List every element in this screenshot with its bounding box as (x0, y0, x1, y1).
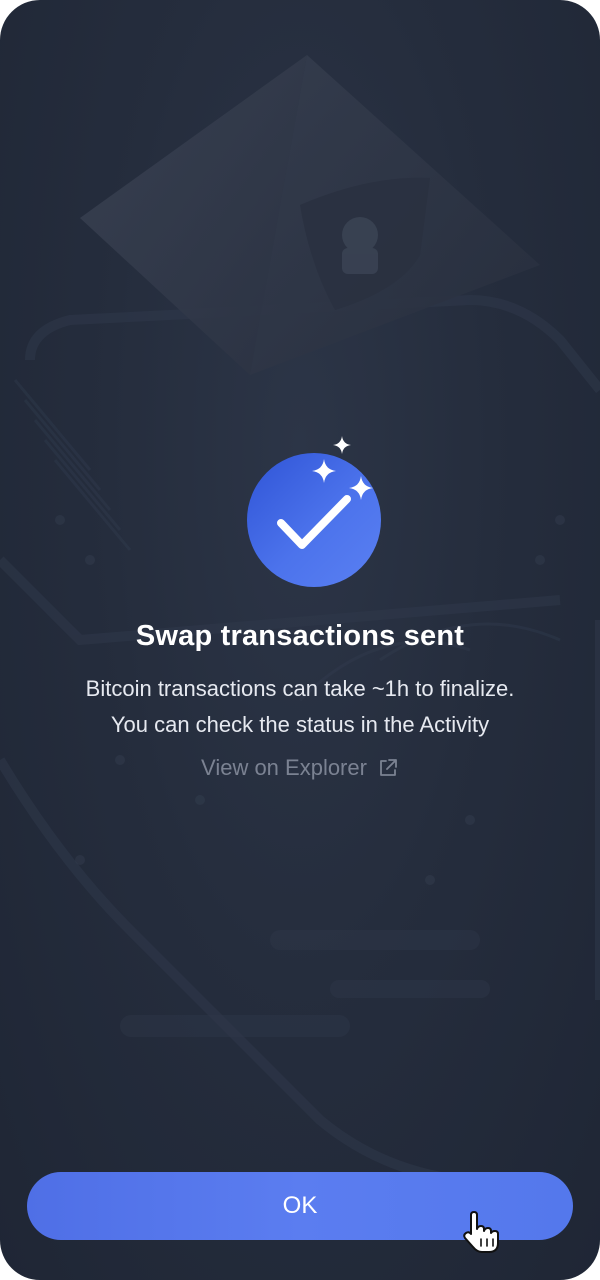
success-content: Swap transactions sent Bitcoin transacti… (0, 436, 600, 781)
dialog-title: Swap transactions sent (135, 620, 465, 652)
sparkle-icon (349, 476, 373, 500)
success-screen: Swap transactions sent Bitcoin transacti… (0, 0, 600, 1280)
dialog-description: Bitcoin transactions can take ~1h to fin… (85, 676, 515, 737)
ok-button-label: OK (282, 1192, 318, 1219)
hand-pointer-icon (463, 1211, 499, 1253)
sparkle-icon (333, 436, 351, 454)
external-link-icon (380, 759, 397, 776)
success-badge (215, 436, 385, 596)
view-on-explorer-link[interactable]: View on Explorer (201, 755, 399, 781)
sparkle-icon (312, 459, 336, 483)
explorer-link-label: View on Explorer (201, 755, 367, 780)
